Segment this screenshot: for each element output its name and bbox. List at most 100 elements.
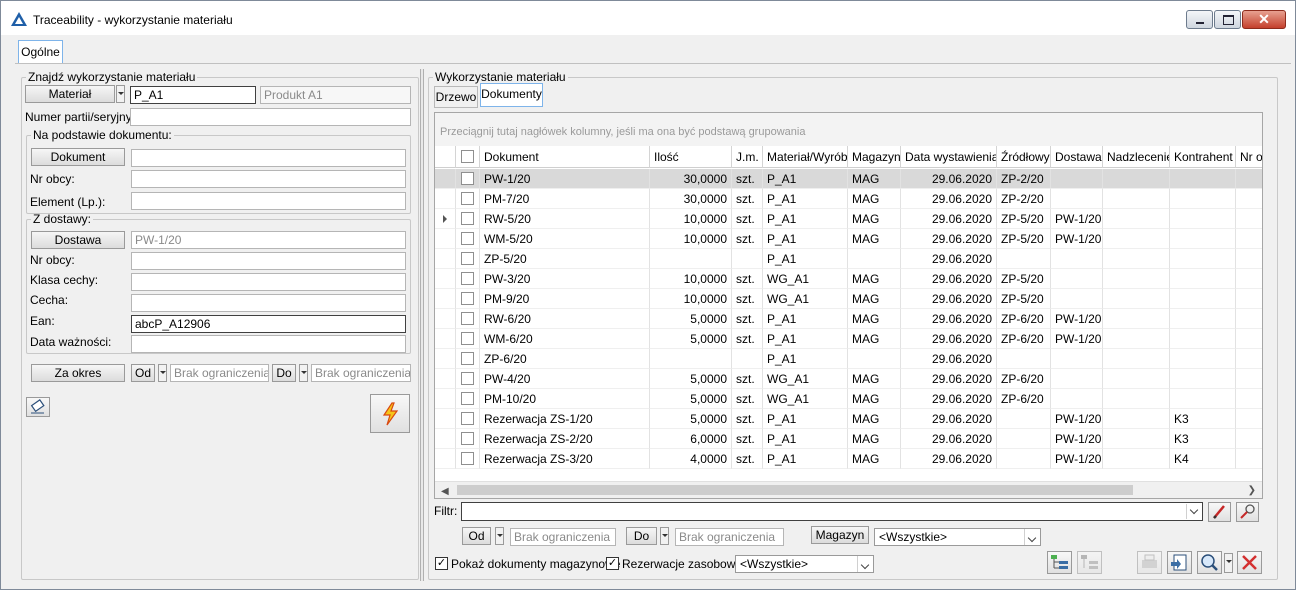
preview-button[interactable] xyxy=(1197,551,1222,574)
table-row[interactable]: WM-5/20 10,0000 szt. P_A1 MAG 29.06.2020 ZP-5/… xyxy=(435,229,1262,249)
delivery-button[interactable]: Dostawa xyxy=(31,231,125,249)
magazyn-button[interactable]: Magazyn xyxy=(811,526,869,544)
reservations-checkbox[interactable]: ✓ xyxy=(606,557,619,570)
grid-from-date-dropdown[interactable] xyxy=(495,527,504,545)
row-checkbox[interactable] xyxy=(461,392,474,405)
table-row[interactable]: Rezerwacja ZS-3/20 4,0000 szt. P_A1 MAG 29.06… xyxy=(435,449,1262,469)
document-button[interactable]: Dokument xyxy=(31,148,125,166)
table-row[interactable]: Rezerwacja ZS-1/20 5,0000 szt. P_A1 MAG 29.06… xyxy=(435,409,1262,429)
to-date-button[interactable]: Do xyxy=(272,364,296,382)
open-document-button[interactable] xyxy=(1167,551,1192,574)
header-dostawa[interactable]: Dostawa xyxy=(1051,146,1103,168)
table-row[interactable]: Rezerwacja ZS-2/20 6,0000 szt. P_A1 MAG 29.06… xyxy=(435,429,1262,449)
filter-input[interactable] xyxy=(461,502,1203,521)
row-checkbox[interactable] xyxy=(461,432,474,445)
period-button[interactable]: Za okres xyxy=(31,364,125,382)
grid-to-date-button[interactable]: Do xyxy=(626,527,657,545)
element-input[interactable] xyxy=(131,192,406,210)
reservations-select[interactable]: <Wszystkie> xyxy=(735,555,874,573)
scroll-left-icon[interactable]: ◀ xyxy=(441,486,449,497)
grid-from-date-button[interactable]: Od xyxy=(462,527,491,545)
row-checkbox[interactable] xyxy=(461,252,474,265)
filter-dropdown-button[interactable] xyxy=(1186,504,1202,519)
from-date-input[interactable]: Brak ograniczenia xyxy=(170,364,269,382)
row-checkbox[interactable] xyxy=(461,412,474,425)
select-all-checkbox[interactable] xyxy=(461,150,474,163)
row-checkbox[interactable] xyxy=(461,292,474,305)
batch-input[interactable] xyxy=(130,108,411,126)
table-row[interactable]: PM-7/20 30,0000 szt. P_A1 MAG 29.06.2020 ZP-2/… xyxy=(435,189,1262,209)
header-jm[interactable]: J.m. xyxy=(732,146,763,168)
scroll-right-icon[interactable]: ❯ xyxy=(1248,485,1256,496)
header-dokument[interactable]: Dokument xyxy=(480,146,650,168)
print-button[interactable] xyxy=(1137,551,1162,574)
table-row[interactable]: PM-10/20 5,0000 szt. WG_A1 MAG 29.06.2020 ZP-6… xyxy=(435,389,1262,409)
row-checkbox[interactable] xyxy=(461,192,474,205)
cecha-input[interactable] xyxy=(131,294,406,312)
table-row[interactable]: PW-4/20 5,0000 szt. WG_A1 MAG 29.06.2020 ZP-6/… xyxy=(435,369,1262,389)
delivery-nr-obcy-input[interactable] xyxy=(131,252,406,270)
scroll-thumb[interactable] xyxy=(457,485,1133,495)
tab-dokumenty[interactable]: Dokumenty xyxy=(480,83,543,107)
document-input[interactable] xyxy=(131,149,406,167)
from-date-button[interactable]: Od xyxy=(131,364,155,382)
row-checkbox[interactable] xyxy=(461,352,474,365)
table-row[interactable]: RW-5/20 10,0000 szt. P_A1 MAG 29.06.2020 ZP-5/… xyxy=(435,209,1262,229)
table-row[interactable]: PW-3/20 10,0000 szt. WG_A1 MAG 29.06.2020 ZP-5… xyxy=(435,269,1262,289)
klasa-cechy-input[interactable] xyxy=(131,273,406,291)
grid-from-date-input[interactable]: Brak ograniczenia xyxy=(510,528,616,546)
header-select-all[interactable] xyxy=(456,146,480,168)
preview-dropdown[interactable] xyxy=(1224,553,1233,573)
from-date-dropdown[interactable] xyxy=(158,364,167,382)
to-date-dropdown[interactable] xyxy=(299,364,308,382)
row-checkbox[interactable] xyxy=(461,272,474,285)
grid-to-date-dropdown[interactable] xyxy=(660,527,669,545)
table-row[interactable]: ZP-5/20 P_A1 29.06.2020 xyxy=(435,249,1262,269)
table-row[interactable]: ZP-6/20 P_A1 29.06.2020 xyxy=(435,349,1262,369)
collapse-tree-button[interactable] xyxy=(1077,551,1102,574)
delivery-input[interactable]: PW-1/20 xyxy=(131,231,406,249)
grid-to-date-input[interactable]: Brak ograniczenia xyxy=(675,528,784,546)
row-checkbox[interactable] xyxy=(461,372,474,385)
clear-eraser-button[interactable] xyxy=(26,397,50,417)
row-checkbox[interactable] xyxy=(461,212,474,225)
panel-splitter[interactable] xyxy=(420,69,424,581)
filter-options-button[interactable] xyxy=(1236,502,1259,522)
row-checkbox[interactable] xyxy=(461,452,474,465)
header-nr-obcy[interactable]: Nr obcy xyxy=(1236,146,1262,168)
tab-drzewo[interactable]: Drzewo xyxy=(434,86,478,108)
table-row[interactable]: RW-6/20 5,0000 szt. P_A1 MAG 29.06.2020 ZP-6/2… xyxy=(435,309,1262,329)
header-kontrahent[interactable]: Kontrahent xyxy=(1170,146,1236,168)
table-row[interactable]: PW-1/20 30,0000 szt. P_A1 MAG 29.06.2020 ZP-2/… xyxy=(435,169,1262,189)
to-date-input[interactable]: Brak ograniczenia xyxy=(311,364,411,382)
nr-obcy-input[interactable] xyxy=(131,170,406,188)
expand-tree-button[interactable] xyxy=(1047,551,1072,574)
show-docs-checkbox[interactable]: ✓ xyxy=(435,557,448,570)
header-ilosc[interactable]: Ilość xyxy=(650,146,732,168)
tab-ogolne[interactable]: Ogólne xyxy=(18,40,63,64)
run-search-button[interactable] xyxy=(370,394,410,433)
expiry-date-input[interactable] xyxy=(131,335,406,353)
minimize-button[interactable] xyxy=(1186,10,1213,29)
ean-input[interactable]: abcP_A12906 xyxy=(131,315,406,333)
material-code-input[interactable]: P_A1 xyxy=(130,86,256,104)
maximize-button[interactable] xyxy=(1214,10,1241,29)
table-row[interactable]: WM-6/20 5,0000 szt. P_A1 MAG 29.06.2020 ZP-6/2… xyxy=(435,329,1262,349)
material-dropdown-arrow[interactable] xyxy=(116,85,125,103)
row-checkbox[interactable] xyxy=(461,312,474,325)
row-checkbox[interactable] xyxy=(461,232,474,245)
table-row[interactable]: PM-9/20 10,0000 szt. WG_A1 MAG 29.06.2020 ZP-5… xyxy=(435,289,1262,309)
close-window-button[interactable]: ✕ xyxy=(1242,10,1286,29)
header-material[interactable]: Materiał/Wyrób xyxy=(763,146,848,168)
header-nadzlecenie[interactable]: Nadzlecenie xyxy=(1103,146,1170,168)
row-checkbox[interactable] xyxy=(461,332,474,345)
group-by-hint[interactable]: Przeciągnij tutaj nagłówek kolumny, jeśl… xyxy=(435,113,1262,146)
close-button[interactable] xyxy=(1237,551,1262,574)
header-zrodlowy[interactable]: Źródłowy xyxy=(997,146,1051,168)
filter-edit-button[interactable] xyxy=(1208,502,1231,522)
magazyn-select[interactable]: <Wszystkie> xyxy=(874,528,1041,546)
material-button[interactable]: Materiał xyxy=(25,85,115,103)
header-data-wystawienia[interactable]: Data wystawienia xyxy=(901,146,997,168)
header-magazyn[interactable]: Magazyn xyxy=(848,146,901,168)
horizontal-scrollbar[interactable]: ◀ ❯ xyxy=(435,481,1262,498)
